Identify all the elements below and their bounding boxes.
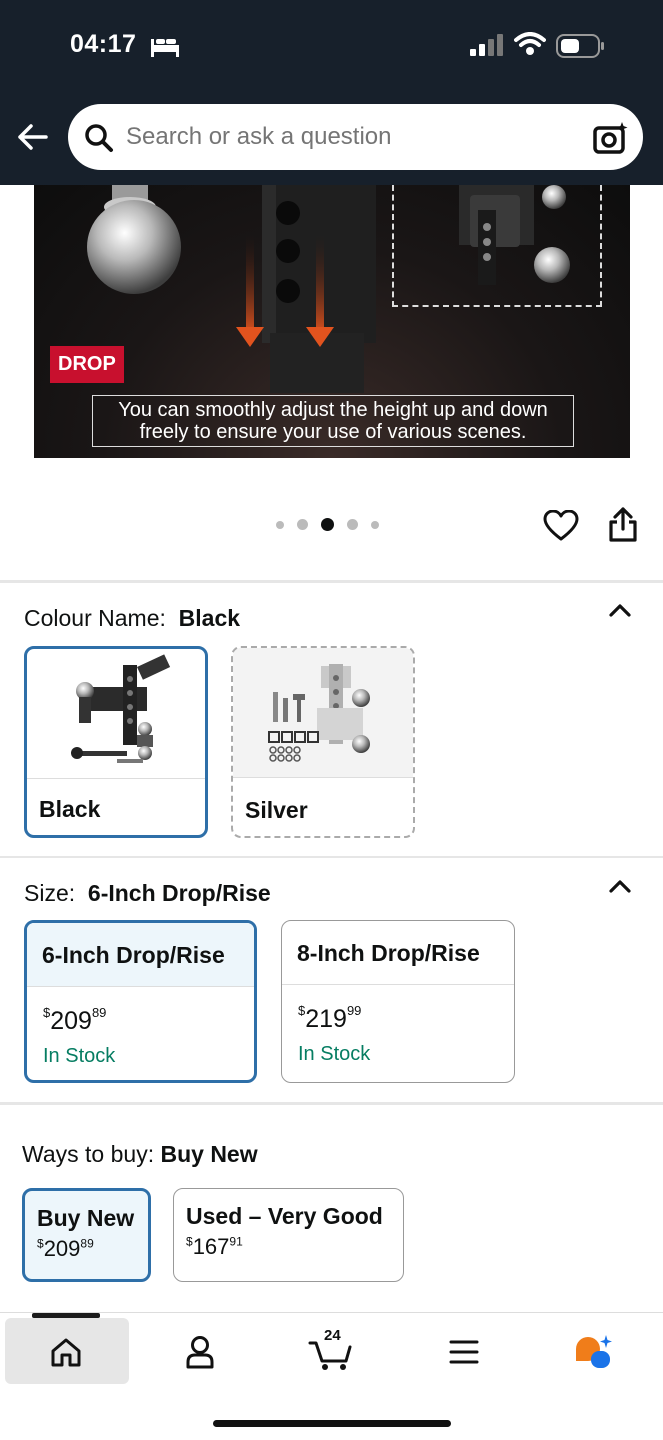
wifi-icon bbox=[514, 32, 546, 55]
buy-option-title: Used – Very Good bbox=[186, 1203, 383, 1229]
size-label-text: Size: bbox=[24, 880, 76, 906]
cart-count-badge: 24 bbox=[324, 1327, 341, 1344]
active-tab-indicator bbox=[32, 1313, 100, 1318]
share-icon[interactable] bbox=[608, 507, 638, 543]
colour-option-black[interactable]: Black bbox=[24, 646, 208, 838]
price-fraction: 91 bbox=[229, 1234, 243, 1249]
price-fraction: 89 bbox=[80, 1236, 94, 1251]
carousel-dot[interactable] bbox=[276, 520, 284, 529]
cellular-signal-icon bbox=[470, 34, 503, 56]
silver-hitch-thumbnail bbox=[233, 648, 413, 778]
status-time: 04:17 bbox=[70, 30, 137, 58]
price-whole: 219 bbox=[305, 1005, 347, 1033]
price-fraction: 99 bbox=[346, 1002, 362, 1018]
black-hitch-thumbnail bbox=[27, 649, 205, 779]
colour-label-text: Colour Name: bbox=[24, 605, 166, 631]
buy-option-new[interactable]: Buy New $20989 bbox=[22, 1188, 151, 1282]
section-divider bbox=[0, 580, 663, 583]
price-whole: 209 bbox=[43, 1236, 81, 1261]
section-divider bbox=[0, 1102, 663, 1105]
currency-symbol: $ bbox=[43, 1004, 51, 1020]
menu-icon[interactable] bbox=[448, 1339, 480, 1365]
size-selected-value: 6-Inch Drop/Rise bbox=[87, 880, 271, 906]
home-icon[interactable] bbox=[50, 1337, 82, 1367]
size-option-price: $20989 bbox=[43, 1004, 107, 1036]
drop-badge: DROP bbox=[50, 346, 124, 383]
inset-frame bbox=[392, 185, 602, 307]
ways-to-buy-label-text: Ways to buy: bbox=[22, 1141, 155, 1167]
buy-option-price: $20989 bbox=[37, 1236, 136, 1262]
camera-search-icon[interactable] bbox=[593, 121, 629, 155]
price-fraction: 89 bbox=[91, 1004, 107, 1020]
wishlist-heart-icon[interactable] bbox=[543, 510, 579, 542]
search-bar[interactable] bbox=[68, 104, 643, 170]
account-icon[interactable] bbox=[185, 1335, 215, 1369]
rufus-assistant-icon[interactable] bbox=[572, 1333, 616, 1371]
size-option-price: $21999 bbox=[298, 1002, 362, 1034]
price-whole: 167 bbox=[192, 1234, 230, 1259]
carousel-dot[interactable] bbox=[347, 519, 358, 530]
buy-option-title: Buy New bbox=[37, 1205, 135, 1231]
carousel-dot-active[interactable] bbox=[321, 518, 334, 531]
stock-status: In Stock bbox=[298, 1043, 371, 1065]
top-bar: 04:17 bbox=[0, 0, 663, 185]
product-image[interactable]: DROP You can smoothly adjust the height … bbox=[34, 185, 630, 458]
colour-option-silver[interactable]: Silver bbox=[231, 646, 415, 838]
bottom-nav: 24 bbox=[0, 1312, 663, 1440]
size-label: Size: 6-Inch Drop/Rise bbox=[24, 880, 271, 907]
colour-option-label: Black bbox=[39, 796, 101, 822]
ways-to-buy-label: Ways to buy: Buy New bbox=[22, 1141, 258, 1168]
back-arrow-icon[interactable] bbox=[16, 120, 50, 154]
search-icon bbox=[85, 124, 113, 152]
size-option-label: 6-Inch Drop/Rise bbox=[27, 923, 254, 987]
buy-option-price: $16791 bbox=[186, 1234, 391, 1260]
buy-option-used[interactable]: Used – Very Good $16791 bbox=[173, 1188, 404, 1282]
colour-label: Colour Name: Black bbox=[24, 605, 240, 632]
section-divider bbox=[0, 856, 663, 858]
carousel-dots[interactable] bbox=[276, 518, 379, 531]
colour-option-label: Silver bbox=[245, 797, 308, 823]
battery-icon bbox=[556, 34, 604, 58]
size-option-label: 8-Inch Drop/Rise bbox=[282, 921, 514, 985]
price-whole: 209 bbox=[50, 1007, 92, 1035]
sleep-mode-icon bbox=[151, 39, 179, 57]
size-option-8-inch[interactable]: 8-Inch Drop/Rise $21999 In Stock bbox=[281, 920, 515, 1083]
search-input[interactable] bbox=[126, 104, 566, 170]
currency-symbol: $ bbox=[298, 1002, 306, 1018]
image-caption: You can smoothly adjust the height up an… bbox=[92, 395, 574, 447]
chevron-up-icon[interactable] bbox=[608, 878, 632, 894]
currency-symbol: $ bbox=[186, 1234, 193, 1249]
stock-status: In Stock bbox=[43, 1045, 116, 1067]
carousel-dot[interactable] bbox=[371, 520, 379, 529]
chevron-up-icon[interactable] bbox=[608, 602, 632, 618]
home-gesture-bar[interactable] bbox=[213, 1420, 451, 1427]
size-option-6-inch[interactable]: 6-Inch Drop/Rise $20989 In Stock bbox=[24, 920, 257, 1083]
carousel-dot[interactable] bbox=[297, 519, 308, 530]
ways-to-buy-selected-value: Buy New bbox=[160, 1141, 258, 1167]
currency-symbol: $ bbox=[37, 1236, 44, 1251]
colour-selected-value: Black bbox=[178, 605, 241, 631]
